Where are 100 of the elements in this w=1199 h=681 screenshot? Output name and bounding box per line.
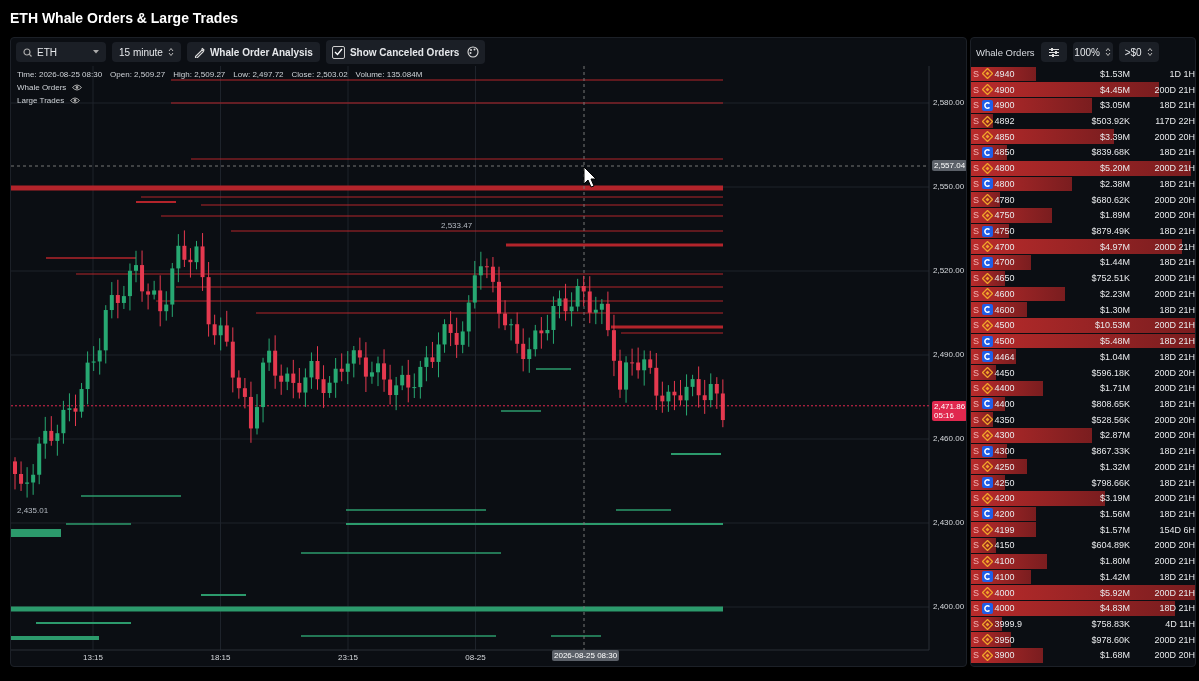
order-row[interactable]: S 4400 $1.71M 200D 21H — [971, 380, 1195, 397]
order-row[interactable]: S 4900 $4.45M 200D 21H — [971, 81, 1195, 98]
amount-cell-text: $680.62K — [1090, 194, 1131, 205]
price-cell-text: 4850 — [994, 147, 1016, 158]
age-cell-text: 18D 21H — [1158, 304, 1195, 315]
side-label: S — [972, 398, 980, 409]
age-cell-text: 4D 11H — [1164, 619, 1195, 629]
price-cell-text: 4500 — [994, 336, 1016, 347]
order-row[interactable]: S 4800 $2.38M 18D 21H — [971, 176, 1195, 192]
order-row[interactable]: S 4250 $798.66K 18D 21H — [971, 474, 1195, 491]
order-row[interactable]: S 4100 $1.42M 18D 21H — [971, 569, 1195, 585]
amount-cell-text: $1.68M — [1099, 650, 1131, 661]
order-row[interactable]: S 4892 $503.92K 117D 22H — [971, 113, 1195, 129]
order-row[interactable]: S 4780 $680.62K 200D 20H — [971, 191, 1195, 208]
order-row[interactable]: S 4700 $1.44M 18D 21H — [971, 254, 1195, 271]
order-row[interactable]: S 4600 $1.30M 18D 21H — [971, 301, 1195, 318]
price-cell-text: 4850 — [994, 131, 1016, 142]
side-label: S — [972, 273, 980, 284]
age-cell-text: 200D 20H — [1153, 131, 1195, 142]
symbol-select[interactable]: ETH — [16, 42, 106, 62]
order-row[interactable]: S 4100 $1.80M 200D 21H — [971, 553, 1195, 569]
age-cell-text: 18D 21H — [1158, 336, 1195, 347]
price-cell-text: 4892 — [994, 116, 1016, 126]
amount-cell-text: $1.56M — [1099, 509, 1131, 519]
order-row[interactable]: S 4500 $10.53M 200D 21H — [971, 317, 1195, 334]
amount-cell-text: $4.45M — [1099, 84, 1131, 95]
side-label: S — [972, 556, 980, 567]
order-row[interactable]: S 3900 $1.68M 200D 20H — [971, 647, 1195, 664]
time-axis-label: 13:15 — [83, 653, 103, 662]
amount-cell-text: $808.65K — [1090, 398, 1131, 409]
side-label: S — [972, 131, 980, 142]
amount-filter-select[interactable]: >$0 — [1118, 42, 1159, 62]
order-row[interactable]: S 4300 $2.87M 200D 20H — [971, 427, 1195, 444]
side-label: S — [972, 383, 980, 394]
age-cell-text: 200D 21H — [1153, 556, 1195, 567]
order-row[interactable]: S 4750 $1.89M 200D 20H — [971, 207, 1195, 224]
order-row[interactable]: S 4600 $2.23M 200D 21H — [971, 286, 1195, 302]
order-row[interactable]: S 4150 $604.89K 200D 20H — [971, 537, 1195, 554]
amount-cell-text: $604.89K — [1090, 540, 1131, 551]
order-row[interactable]: S 4450 $596.18K 200D 20H — [971, 364, 1195, 381]
order-row[interactable]: S 4300 $867.33K 18D 21H — [971, 443, 1195, 459]
side-label: S — [972, 163, 980, 174]
age-cell-text: 200D 21H — [1153, 634, 1195, 645]
order-row[interactable]: S 4700 $4.97M 200D 21H — [971, 238, 1195, 255]
interval-select[interactable]: 15 minute — [112, 42, 181, 62]
order-row[interactable]: S 4940 $1.53M 1D 1H — [971, 66, 1195, 82]
order-row[interactable]: S 4900 $3.05M 18D 21H — [971, 97, 1195, 114]
price-axis-label: 2,580.00 — [933, 98, 965, 107]
price-cell-text: 4780 — [994, 194, 1016, 205]
ohlc-info-text: Time: 2026-08-25 08:30 — [17, 70, 103, 79]
price-cell-text: 3900 — [994, 650, 1016, 661]
order-row[interactable]: S 3999.9 $758.83K 4D 11H — [971, 616, 1195, 632]
order-row[interactable]: S 4200 $1.56M 18D 21H — [971, 506, 1195, 522]
price-axis-label: 2,400.00 — [933, 602, 965, 611]
order-row[interactable]: S 4200 $3.19M 200D 21H — [971, 490, 1195, 507]
order-row[interactable]: S 4199 $1.57M 154D 6H — [971, 521, 1195, 538]
side-label: S — [972, 226, 980, 237]
amount-cell-text: $879.49K — [1090, 226, 1131, 237]
amount-cell-text: $528.56K — [1090, 414, 1131, 425]
order-row[interactable]: S 4250 $1.32M 200D 21H — [971, 458, 1195, 475]
side-label: S — [972, 650, 980, 661]
amount-cell-text: $752.51K — [1090, 273, 1131, 284]
price-cell-text: 4700 — [994, 241, 1016, 252]
order-row[interactable]: S 4850 $839.68K 18D 21H — [971, 144, 1195, 161]
order-row[interactable]: S 4650 $752.51K 200D 21H — [971, 270, 1195, 287]
price-cell-text: 4500 — [994, 320, 1016, 331]
legend-label: Large Trades — [17, 96, 65, 105]
amount-cell-text: $867.33K — [1090, 446, 1131, 457]
price-cell-text: 4940 — [994, 68, 1016, 79]
order-row[interactable]: S 4400 $808.65K 18D 21H — [971, 396, 1195, 412]
amount-cell-text: $1.04M — [1099, 351, 1131, 362]
canceled-orders-checkbox[interactable]: Show Canceled Orders — [331, 42, 460, 62]
age-cell-text: 200D 21H — [1153, 587, 1195, 598]
age-cell-text: 18D 21H — [1158, 257, 1195, 268]
order-row[interactable]: S 4000 $4.83M 18D 21H — [971, 600, 1195, 617]
side-label: S — [972, 257, 980, 268]
age-cell-text: 18D 21H — [1158, 477, 1195, 488]
side-label: S — [972, 446, 980, 457]
order-row[interactable]: S 4000 $5.92M 200D 21H — [971, 584, 1195, 601]
ohlc-info-text: Open: 2,509.27 — [110, 70, 166, 79]
high-price-label: 2,533.47 — [441, 221, 473, 230]
order-row[interactable]: S 4800 $5.20M 200D 21H — [971, 160, 1195, 177]
zoom-select[interactable]: 100% — [1072, 42, 1113, 62]
price-axis-label: 2,430.00 — [933, 518, 965, 527]
time-axis-label: 08-25 — [465, 653, 486, 662]
price-axis-label: 2,460.00 — [933, 434, 965, 443]
analysis-button[interactable]: Whale Order Analysis — [186, 42, 320, 62]
age-cell-text: 18D 21H — [1158, 509, 1195, 519]
age-cell-text: 18D 21H — [1158, 226, 1195, 237]
order-row[interactable]: S 4500 $5.48M 18D 21H — [971, 333, 1195, 349]
order-row[interactable]: S 4350 $528.56K 200D 20H — [971, 411, 1195, 428]
order-row[interactable]: S 4464 $1.04M 18D 21H — [971, 348, 1195, 365]
age-cell-text: 18D 21H — [1158, 147, 1195, 158]
price-cell-text: 4300 — [994, 446, 1016, 457]
age-cell-text: 200D 20H — [1153, 414, 1195, 425]
price-cell-text: 4250 — [994, 477, 1016, 488]
side-label: S — [972, 524, 980, 535]
price-cell-text: 4450 — [994, 367, 1016, 378]
order-row[interactable]: S 4850 $3.39M 200D 20H — [971, 128, 1195, 145]
side-label: S — [972, 178, 980, 189]
